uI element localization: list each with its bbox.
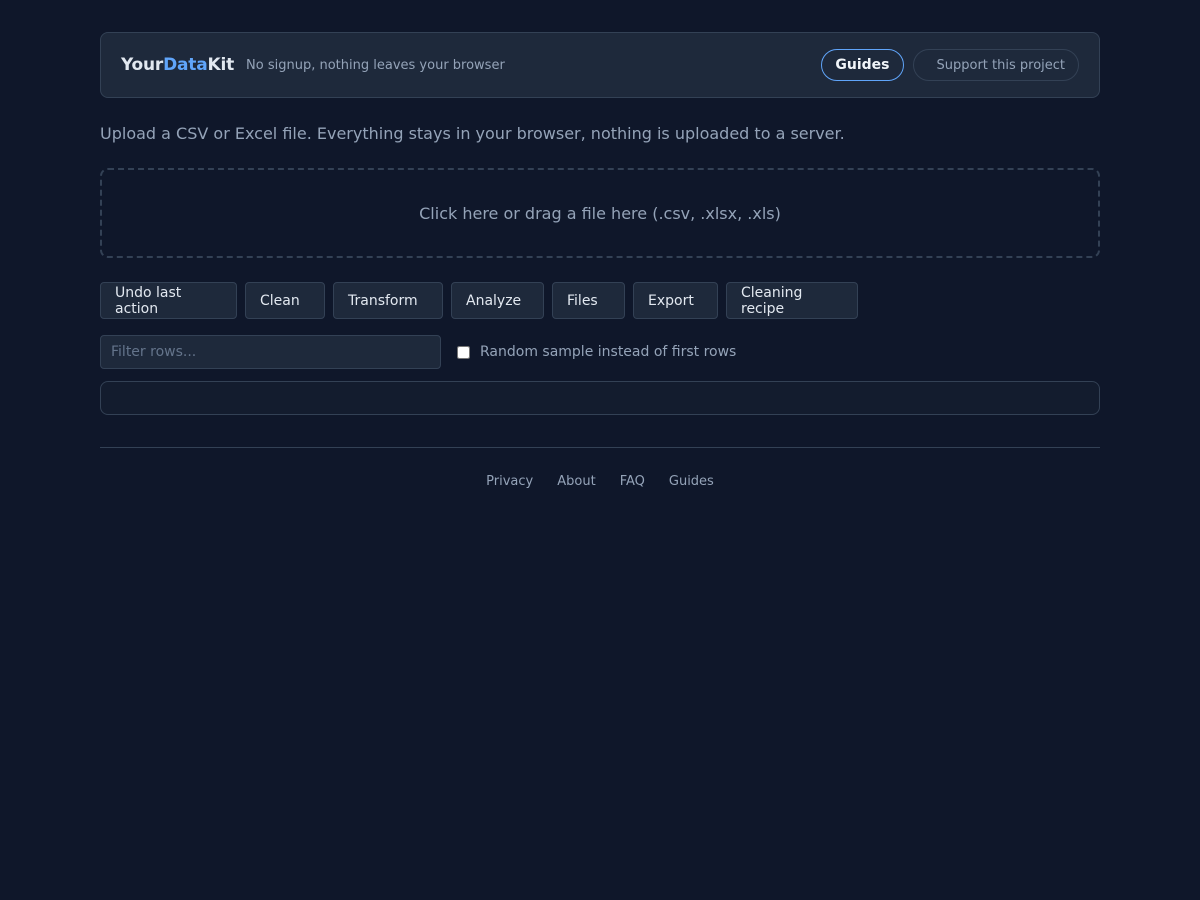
- files-button[interactable]: Files: [552, 282, 625, 319]
- logo-part-your: Your: [121, 55, 164, 75]
- file-dropzone[interactable]: Click here or drag a file here (.csv, .x…: [100, 168, 1100, 258]
- logo-part-kit: Kit: [207, 55, 235, 75]
- support-project-button[interactable]: Support this project: [912, 49, 1079, 81]
- site-footer: Privacy About FAQ Guides: [100, 474, 1100, 489]
- app-container: YourDataKit No signup, nothing leaves yo…: [100, 32, 1100, 489]
- logo[interactable]: YourDataKit: [121, 55, 234, 75]
- guides-button[interactable]: Guides: [821, 49, 904, 81]
- random-sample-text: Random sample instead of first rows: [480, 344, 737, 360]
- filter-rows-input[interactable]: [100, 335, 441, 369]
- transform-button[interactable]: Transform: [333, 282, 443, 319]
- undo-button[interactable]: Undo last action: [100, 282, 237, 319]
- footer-link-guides[interactable]: Guides: [669, 474, 714, 489]
- site-header: YourDataKit No signup, nothing leaves yo…: [100, 32, 1100, 98]
- toolbar: Undo last action Clean Transform Analyze…: [100, 282, 1100, 319]
- cleaning-recipe-button[interactable]: Cleaning recipe: [726, 282, 858, 319]
- tagline: No signup, nothing leaves your browser: [246, 57, 505, 73]
- filter-row: Random sample instead of first rows: [100, 335, 1100, 369]
- footer-divider: [100, 447, 1100, 448]
- dropzone-text: Click here or drag a file here (.csv, .x…: [419, 203, 781, 223]
- analyze-button[interactable]: Analyze: [451, 282, 544, 319]
- footer-link-about[interactable]: About: [557, 474, 595, 489]
- footer-link-faq[interactable]: FAQ: [620, 474, 645, 489]
- logo-part-data: Data: [163, 55, 208, 75]
- export-button[interactable]: Export: [633, 282, 718, 319]
- intro-text: Upload a CSV or Excel file. Everything s…: [100, 124, 845, 143]
- footer-link-privacy[interactable]: Privacy: [486, 474, 533, 489]
- random-sample-checkbox[interactable]: [457, 345, 470, 359]
- clean-button[interactable]: Clean: [245, 282, 325, 319]
- status-bar: [100, 381, 1100, 415]
- random-sample-label[interactable]: Random sample instead of first rows: [457, 344, 736, 360]
